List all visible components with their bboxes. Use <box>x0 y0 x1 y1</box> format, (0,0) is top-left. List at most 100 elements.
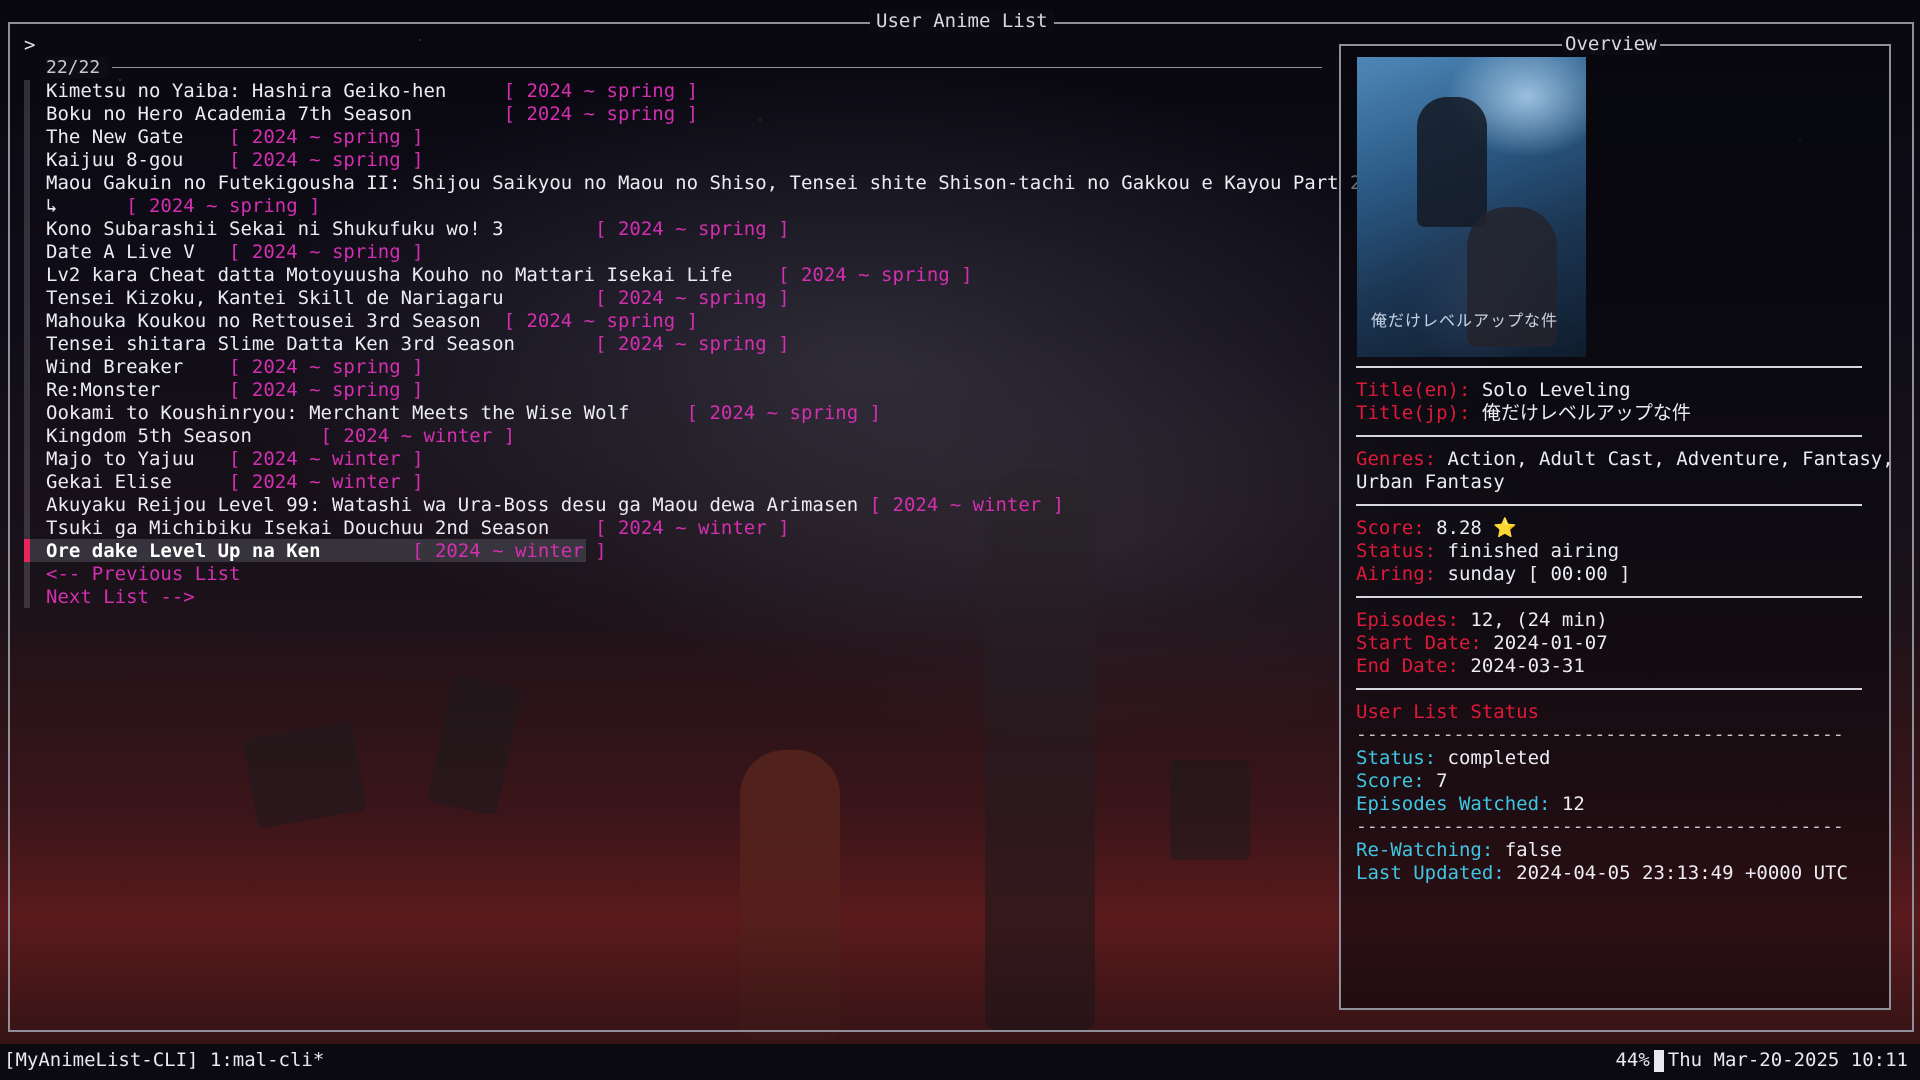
list-item[interactable]: Lv2 kara Cheat datta Motoyuusha Kouho no… <box>24 264 1361 287</box>
dashed-divider: ----------------------------------------… <box>1356 724 1844 745</box>
user-list-status-heading-row: User List Status <box>1356 701 1539 724</box>
user-score-label: Score: <box>1356 770 1425 792</box>
list-item[interactable]: Tsuki ga Michibiku Isekai Douchuu 2nd Se… <box>24 517 1361 540</box>
genres-label: Genres: <box>1356 448 1437 470</box>
season-tag: [ 2024 ~ spring ] <box>126 195 321 217</box>
start-date-row: Start Date: 2024-01-07 <box>1356 632 1608 655</box>
title-jp-row: Title(jp): 俺だけレベルアップな件 <box>1356 402 1691 425</box>
list-count: 22/22 <box>46 57 109 78</box>
list-item[interactable]: Kaijuu 8-gou [ 2024 ~ spring ] <box>24 149 1361 172</box>
last-updated-label: Last Updated: <box>1356 862 1505 884</box>
anime-title: Mahouka Koukou no Rettousei 3rd Season <box>46 310 481 332</box>
last-updated-row: Last Updated: 2024-04-05 23:13:49 +0000 … <box>1356 862 1848 885</box>
list-item[interactable]: Tensei Kizoku, Kantei Skill de Nariagaru… <box>24 287 1361 310</box>
end-date-row: End Date: 2024-03-31 <box>1356 655 1585 678</box>
list-item-selected[interactable]: Ore dake Level Up na Ken [ 2024 ~ winter… <box>24 540 1361 563</box>
list-item[interactable]: Kingdom 5th Season [ 2024 ~ winter ] <box>24 425 1361 448</box>
user-score-value: 7 <box>1436 770 1448 792</box>
divider <box>1356 596 1862 598</box>
next-list-label: Next List --> <box>46 586 195 608</box>
list-item-continuation[interactable]: ↳ [ 2024 ~ spring ] <box>24 195 1361 218</box>
status-row: Status: finished airing <box>1356 540 1619 563</box>
anime-title: Lv2 kara Cheat datta Motoyuusha Kouho no… <box>46 264 733 286</box>
list-item[interactable]: Kimetsu no Yaiba: Hashira Geiko-hen [ 20… <box>24 80 1361 103</box>
anime-title: Maou Gakuin no Futekigousha II: Shijou S… <box>46 172 1362 194</box>
list-item[interactable]: The New Gate [ 2024 ~ spring ] <box>24 126 1361 149</box>
anime-title: Majo to Yajuu <box>46 448 195 470</box>
list-item[interactable]: Wind Breaker [ 2024 ~ spring ] <box>24 356 1361 379</box>
anime-title: Gekai Elise <box>46 471 172 493</box>
season-tag: [ 2024 ~ winter ] <box>869 494 1065 516</box>
battery-icon <box>1653 1049 1664 1072</box>
airing-row: Airing: sunday [ 00:00 ] <box>1356 563 1631 586</box>
start-date-label: Start Date: <box>1356 632 1482 654</box>
anime-title: Re:Monster <box>46 379 161 401</box>
tmux-status-bar: [MyAnimeList-CLI] 1:mal-cli* 44% Thu Mar-… <box>0 1044 1920 1080</box>
next-list-link[interactable]: Next List --> <box>24 586 1361 609</box>
anime-title: Kingdom 5th Season <box>46 425 252 447</box>
list-item[interactable]: Mahouka Koukou no Rettousei 3rd Season [… <box>24 310 1361 333</box>
list-item[interactable]: Gekai Elise [ 2024 ~ winter ] <box>24 471 1361 494</box>
season-tag: [ 2024 ~ spring ] <box>595 218 790 240</box>
season-tag: [ 2024 ~ winter ] <box>320 425 516 447</box>
rewatching-value: false <box>1504 839 1562 861</box>
list-item[interactable]: Akuyaku Reijou Level 99: Watashi wa Ura-… <box>24 494 1361 517</box>
wrap-arrow-icon: ↳ <box>46 195 58 217</box>
status-right: 44% Thu Mar-20-2025 10:11 <box>1615 1044 1908 1076</box>
anime-title: Kaijuu 8-gou <box>46 149 184 171</box>
genres-value-cont: Urban Fantasy <box>1356 471 1505 493</box>
previous-list-link[interactable]: <-- Previous List <box>24 563 1361 586</box>
list-item[interactable]: Majo to Yajuu [ 2024 ~ winter ] <box>24 448 1361 471</box>
season-tag: [ 2024 ~ spring ] <box>686 402 882 424</box>
season-tag: [ 2024 ~ winter ] <box>229 448 424 470</box>
poster-figure <box>1417 97 1487 227</box>
season-tag: [ 2024 ~ spring ] <box>229 356 424 378</box>
score-value: 8.28 <box>1436 517 1482 539</box>
window-title: User Anime List <box>870 10 1054 32</box>
season-tag: [ 2024 ~ spring ] <box>503 80 699 102</box>
season-tag: [ 2024 ~ spring ] <box>229 241 424 263</box>
count-divider <box>112 67 1322 68</box>
anime-title: Date A Live V <box>46 241 195 263</box>
star-icon: ⭐ <box>1493 517 1517 539</box>
episodes-watched-label: Episodes Watched: <box>1356 793 1551 815</box>
list-item[interactable]: Date A Live V [ 2024 ~ spring ] <box>24 241 1361 264</box>
command-prompt[interactable]: > <box>24 34 35 56</box>
episodes-watched-value: 12 <box>1561 793 1585 815</box>
user-score-row: Score: 7 <box>1356 770 1448 793</box>
date-time: Thu Mar-20-2025 10:11 <box>1667 1049 1908 1071</box>
score-label: Score: <box>1356 517 1425 539</box>
list-item[interactable]: Tensei shitara Slime Datta Ken 3rd Seaso… <box>24 333 1361 356</box>
user-list-status-heading: User List Status <box>1356 701 1540 723</box>
battery-percent: 44% <box>1615 1049 1650 1071</box>
season-tag: [ 2024 ~ spring ] <box>229 126 424 148</box>
airing-label: Airing: <box>1356 563 1437 585</box>
anime-list: Kimetsu no Yaiba: Hashira Geiko-hen [ 20… <box>24 80 1361 609</box>
user-status-row: Status: completed <box>1356 747 1550 770</box>
title-en-value: Solo Leveling <box>1481 379 1631 401</box>
list-item[interactable]: Ookami to Koushinryou: Merchant Meets th… <box>24 402 1361 425</box>
previous-list-label: <-- Previous List <box>46 563 241 585</box>
list-item[interactable]: Maou Gakuin no Futekigousha II: Shijou S… <box>24 172 1361 195</box>
divider <box>1356 504 1862 506</box>
divider <box>1356 688 1862 690</box>
overview-title: Overview <box>1562 33 1660 55</box>
season-tag: [ 2024 ~ winter ] <box>229 471 424 493</box>
list-item[interactable]: Kono Subarashii Sekai ni Shukufuku wo! 3… <box>24 218 1361 241</box>
session-window-label[interactable]: [MyAnimeList-CLI] 1:mal-cli* <box>4 1044 324 1076</box>
anime-title: Ookami to Koushinryou: Merchant Meets th… <box>46 402 630 424</box>
title-en-label: Title(en): <box>1356 379 1471 401</box>
anime-title: Akuyaku Reijou Level 99: Watashi wa Ura-… <box>46 494 859 516</box>
season-tag: [ 2024 ~ spring ] <box>503 103 699 125</box>
list-item[interactable]: Re:Monster [ 2024 ~ spring ] <box>24 379 1361 402</box>
start-date-value: 2024-01-07 <box>1493 632 1608 654</box>
list-item[interactable]: Boku no Hero Academia 7th Season [ 2024 … <box>24 103 1361 126</box>
divider <box>1356 366 1862 368</box>
anime-title: Kono Subarashii Sekai ni Shukufuku wo! 3 <box>46 218 504 240</box>
genres-value: Action, Adult Cast, Adventure, Fantasy, <box>1447 448 1894 470</box>
season-tag: [ 2024 ~ spring ] <box>595 333 790 355</box>
season-tag: [ 2024 ~ spring ] <box>503 310 699 332</box>
user-status-label: Status: <box>1356 747 1437 769</box>
airing-value: sunday [ 00:00 ] <box>1447 563 1631 585</box>
anime-title: Wind Breaker <box>46 356 184 378</box>
